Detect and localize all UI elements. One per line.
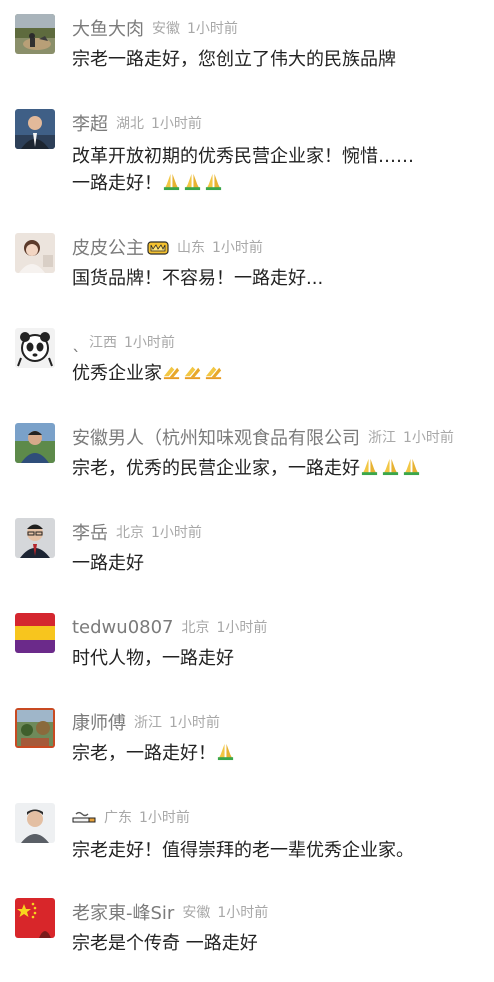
comment-text-content: 宗老，一路走好！ — [72, 743, 216, 764]
comment-text: 改革开放初期的优秀民营企业家！惋惜…… 一路走好！ — [72, 143, 484, 197]
praying-hands-icon — [162, 172, 181, 191]
profile-man-avatar-icon[interactable] — [15, 803, 55, 843]
region-label: 安徽 — [182, 905, 211, 921]
emoji-group — [216, 743, 237, 764]
tricolor-flag-avatar-icon[interactable] — [15, 613, 55, 653]
username[interactable]: ˎ — [72, 332, 81, 353]
comment-text: 宗老走好！值得崇拜的老一辈优秀企业家。 — [72, 840, 414, 861]
praying-hands-icon — [360, 457, 379, 476]
username[interactable]: 老家東-峰Sir — [72, 900, 174, 924]
comment-text: 一路走好 — [72, 553, 144, 574]
comment-list: 大鱼大肉 安徽 1小时前 宗老一路走好，您创立了伟大的民族品牌 李超 湖北 1小… — [0, 0, 494, 982]
region-label: 浙江 — [134, 715, 162, 731]
username[interactable]: 康师傅 — [72, 710, 126, 734]
praying-hands-icon — [381, 457, 400, 476]
region-label: 安徽 — [152, 21, 180, 37]
cigarette-icon — [72, 810, 96, 824]
garden-photo-avatar-icon[interactable] — [15, 708, 55, 748]
man-outdoor-avatar-icon[interactable] — [15, 423, 55, 463]
username[interactable]: 皮皮公主 — [72, 235, 144, 259]
praying-hands-icon — [402, 457, 421, 476]
time-label: 1小时前 — [403, 430, 454, 446]
red-flag-avatar-icon[interactable] — [15, 898, 55, 938]
girl-avatar-icon[interactable] — [15, 233, 55, 273]
region-label: 江西 — [89, 335, 117, 351]
comment-text: 国货品牌！不容易！一路走好... — [72, 268, 324, 289]
comment-text: 宗老，优秀的民营企业家，一路走好 — [72, 455, 484, 482]
region-label: 浙江 — [368, 430, 396, 446]
time-label: 1小时前 — [151, 116, 202, 132]
praying-hands-icon — [204, 172, 223, 191]
emoji-group — [162, 363, 225, 384]
praying-hands-icon — [216, 742, 235, 761]
time-label: 1小时前 — [216, 620, 268, 636]
comment-text: 时代人物，一路走好 — [72, 648, 234, 669]
time-label: 1小时前 — [217, 905, 269, 921]
time-label: 1小时前 — [187, 21, 238, 37]
glasses-man-avatar-icon[interactable] — [15, 518, 55, 558]
praying-hands-icon — [183, 362, 202, 381]
username[interactable]: 大鱼大肉 — [72, 16, 144, 40]
region-label: 山东 — [177, 240, 205, 256]
region-label: 北京 — [116, 525, 144, 541]
comment-text-content: 改革开放初期的优秀民营企业家！惋惜…… 一路走好！ — [72, 146, 414, 194]
emoji-group — [162, 173, 225, 194]
praying-hands-icon — [162, 362, 181, 381]
username[interactable]: 李超 — [72, 111, 108, 135]
username[interactable]: 安徽男人（杭州知味观食品有限公司 — [72, 425, 360, 449]
crown-badge-icon — [147, 239, 169, 255]
username[interactable]: 李岳 — [72, 520, 108, 544]
comment-text-content: 宗老，优秀的民营企业家，一路走好 — [72, 458, 360, 479]
suit-man-avatar-icon[interactable] — [15, 109, 55, 149]
username[interactable]: tedwu0807 — [72, 617, 174, 638]
region-label: 广东 — [104, 810, 132, 826]
comment-text: 宗老是个传奇 一路走好 — [72, 933, 258, 954]
field-photo-avatar-icon[interactable] — [15, 14, 55, 54]
emoji-group — [360, 458, 423, 479]
praying-hands-icon — [204, 362, 223, 381]
comment-text: 优秀企业家 — [72, 360, 484, 387]
comment-text-content: 优秀企业家 — [72, 363, 162, 384]
comment-text: 宗老，一路走好！ — [72, 740, 484, 767]
region-label: 北京 — [181, 620, 210, 636]
praying-hands-icon — [183, 172, 202, 191]
comment-text: 宗老一路走好，您创立了伟大的民族品牌 — [72, 49, 396, 70]
time-label: 1小时前 — [124, 335, 175, 351]
time-label: 1小时前 — [151, 525, 202, 541]
time-label: 1小时前 — [139, 810, 190, 826]
time-label: 1小时前 — [169, 715, 220, 731]
time-label: 1小时前 — [212, 240, 263, 256]
region-label: 湖北 — [116, 116, 144, 132]
panda-sketch-avatar-icon[interactable] — [15, 328, 55, 368]
